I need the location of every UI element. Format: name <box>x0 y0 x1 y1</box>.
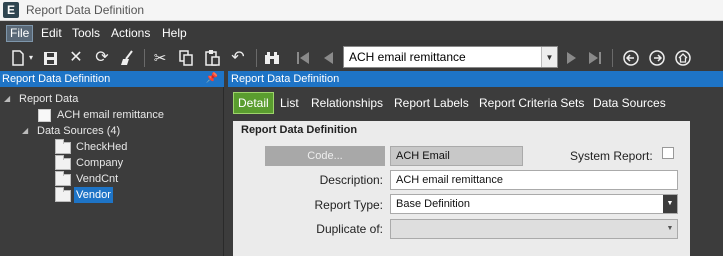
refresh-icon[interactable]: ⟳ <box>92 48 112 68</box>
folder-icon <box>55 171 71 186</box>
app-logo-icon: E <box>3 2 19 18</box>
section-title: Report Data Definition <box>241 124 358 136</box>
menu-file[interactable]: File <box>6 25 34 42</box>
description-field[interactable]: ACH email remittance <box>390 170 678 190</box>
undo-icon[interactable]: ↶ <box>228 48 248 68</box>
chevron-down-icon[interactable]: ▼ <box>663 220 677 238</box>
previous-record-icon[interactable] <box>318 48 338 68</box>
menu-edit[interactable]: Edit <box>37 25 66 42</box>
report-type-select[interactable]: Base Definition ▼ <box>390 194 678 214</box>
record-selector-value: ACH email remittance <box>349 50 466 64</box>
tree-panel-header: Report Data Definition 📌 <box>0 71 224 87</box>
document-icon <box>38 109 51 122</box>
menu-bar: File Edit Tools Actions Help <box>0 22 723 44</box>
tree-panel-title: Report Data Definition <box>2 73 111 85</box>
folder-icon <box>55 155 71 170</box>
tree-node-label: CheckHed <box>76 141 128 153</box>
paste-icon[interactable] <box>202 48 222 68</box>
save-icon[interactable] <box>40 48 60 68</box>
detail-form: Report Data Definition Code... ACH Email… <box>233 121 690 256</box>
menu-help[interactable]: Help <box>158 25 191 42</box>
tree-node-label: Data Sources (4) <box>37 125 121 137</box>
record-selector-dropdown[interactable]: ACH email remittance ▼ <box>343 46 558 68</box>
folder-icon <box>55 187 71 202</box>
copy-icon[interactable] <box>176 48 196 68</box>
tree-node-label: VendCnt <box>76 173 119 185</box>
chevron-down-icon[interactable]: ▼ <box>663 195 677 213</box>
system-report-checkbox[interactable] <box>662 147 674 159</box>
menu-tools[interactable]: Tools <box>68 25 104 42</box>
last-record-icon[interactable] <box>585 48 605 68</box>
tab-relationships[interactable]: Relationships <box>311 93 383 113</box>
code-button[interactable]: Code... <box>265 146 385 166</box>
toolbar-separator <box>256 49 257 67</box>
tab-report-criteria-sets[interactable]: Report Criteria Sets <box>479 93 584 113</box>
system-report-label: System Report: <box>570 149 653 163</box>
window-title: Report Data Definition <box>26 3 145 17</box>
code-field: ACH Email <box>390 146 523 166</box>
home-icon[interactable] <box>673 48 693 68</box>
chevron-down-icon[interactable]: ▼ <box>541 47 557 67</box>
toolbar-separator <box>612 49 613 67</box>
forward-icon[interactable] <box>647 48 667 68</box>
search-icon[interactable] <box>262 48 282 68</box>
duplicate-of-select[interactable]: ▼ <box>390 219 678 239</box>
tab-detail[interactable]: Detail <box>233 92 274 114</box>
title-bar: E Report Data Definition <box>0 0 723 21</box>
back-icon[interactable] <box>621 48 641 68</box>
description-label: Description: <box>319 173 383 187</box>
next-record-icon[interactable] <box>562 48 582 68</box>
tree-node-label: Report Data <box>19 93 79 105</box>
tree-node-label: Company <box>76 157 124 169</box>
toolbar-separator <box>144 49 145 67</box>
expanded-triangle-icon[interactable]: ◢ <box>4 91 10 107</box>
tab-list[interactable]: List <box>280 93 299 113</box>
cut-icon[interactable]: ✂ <box>150 48 170 68</box>
report-type-value: Base Definition <box>396 198 470 210</box>
tree-node-label: ACH email remittance <box>57 109 164 121</box>
tree-node-label: Vendor <box>74 187 113 203</box>
pin-icon[interactable]: 📌 <box>206 71 218 87</box>
tree-panel: Report Data Definition 📌 ◢ Report Data A… <box>0 71 224 256</box>
folder-icon <box>55 139 71 154</box>
report-type-label: Report Type: <box>314 198 383 212</box>
tab-data-sources[interactable]: Data Sources <box>593 93 666 113</box>
tab-strip: Detail List Relationships Report Labels … <box>228 87 723 114</box>
tab-report-labels[interactable]: Report Labels <box>394 93 469 113</box>
first-record-icon[interactable] <box>293 48 313 68</box>
delete-icon[interactable]: ✕ <box>66 48 86 68</box>
duplicate-of-label: Duplicate of: <box>316 222 383 236</box>
clear-icon[interactable] <box>118 48 138 68</box>
expanded-triangle-icon[interactable]: ◢ <box>22 123 28 139</box>
detail-panel-header: Report Data Definition <box>228 71 723 87</box>
new-dropdown-icon[interactable]: ▾ <box>25 48 37 68</box>
menu-actions[interactable]: Actions <box>107 25 154 42</box>
